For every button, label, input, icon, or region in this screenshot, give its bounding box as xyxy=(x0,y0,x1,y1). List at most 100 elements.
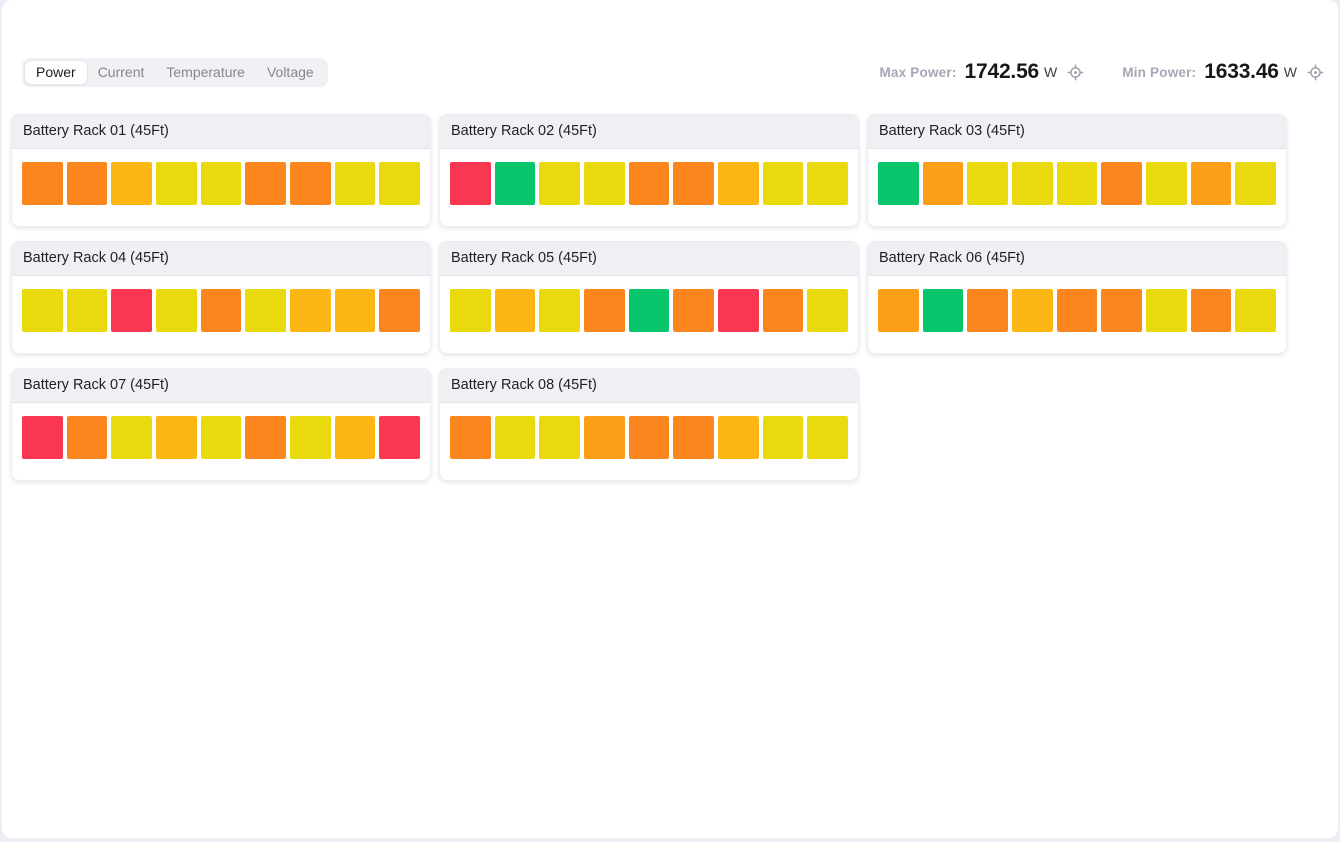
power-summary: Max Power: 1742.56 W Min Power: 1633 xyxy=(879,60,1324,84)
battery-cell[interactable] xyxy=(495,162,536,205)
battery-cell[interactable] xyxy=(290,162,331,205)
battery-cell[interactable] xyxy=(584,289,625,332)
max-power-label: Max Power: xyxy=(879,65,956,80)
battery-cell[interactable] xyxy=(718,289,759,332)
tab-power[interactable]: Power xyxy=(25,61,87,84)
max-power-unit: W xyxy=(1044,64,1057,80)
battery-cell[interactable] xyxy=(763,162,804,205)
battery-cell[interactable] xyxy=(673,162,714,205)
rack-cell-strip xyxy=(12,149,430,205)
battery-cell[interactable] xyxy=(1012,162,1053,205)
battery-cell[interactable] xyxy=(67,162,108,205)
tab-voltage[interactable]: Voltage xyxy=(256,61,325,84)
battery-cell[interactable] xyxy=(1146,289,1187,332)
battery-rack-card: Battery Rack 06 (45Ft) xyxy=(868,242,1286,353)
battery-cell[interactable] xyxy=(1057,289,1098,332)
rack-title: Battery Rack 02 (45Ft) xyxy=(440,115,858,149)
battery-cell[interactable] xyxy=(201,289,242,332)
toolbar: Power Current Temperature Voltage Max Po… xyxy=(22,57,1324,87)
rack-title: Battery Rack 03 (45Ft) xyxy=(868,115,1286,149)
rack-title: Battery Rack 05 (45Ft) xyxy=(440,242,858,276)
battery-cell[interactable] xyxy=(450,289,491,332)
min-power-metric: Min Power: 1633.46 W xyxy=(1122,60,1324,84)
battery-cell[interactable] xyxy=(718,416,759,459)
battery-cell[interactable] xyxy=(718,162,759,205)
rack-cell-strip xyxy=(440,149,858,205)
battery-cell[interactable] xyxy=(629,416,670,459)
battery-cell[interactable] xyxy=(673,416,714,459)
battery-cell[interactable] xyxy=(967,162,1008,205)
battery-cell[interactable] xyxy=(629,289,670,332)
battery-rack-card: Battery Rack 07 (45Ft) xyxy=(12,369,430,480)
tab-temperature[interactable]: Temperature xyxy=(155,61,256,84)
battery-cell[interactable] xyxy=(763,416,804,459)
battery-cell[interactable] xyxy=(245,416,286,459)
rack-cell-strip xyxy=(868,149,1286,205)
battery-cell[interactable] xyxy=(584,162,625,205)
battery-cell[interactable] xyxy=(111,416,152,459)
battery-cell[interactable] xyxy=(111,289,152,332)
battery-cell[interactable] xyxy=(495,416,536,459)
locate-icon[interactable] xyxy=(1307,64,1324,81)
battery-cell[interactable] xyxy=(22,162,63,205)
rack-title: Battery Rack 07 (45Ft) xyxy=(12,369,430,403)
battery-rack-card: Battery Rack 01 (45Ft) xyxy=(12,115,430,226)
battery-cell[interactable] xyxy=(495,289,536,332)
battery-rack-card: Battery Rack 04 (45Ft) xyxy=(12,242,430,353)
rack-cell-strip xyxy=(440,276,858,332)
rack-cell-strip xyxy=(440,403,858,459)
battery-cell[interactable] xyxy=(1057,162,1098,205)
battery-cell[interactable] xyxy=(335,162,376,205)
battery-cell[interactable] xyxy=(629,162,670,205)
battery-cell[interactable] xyxy=(450,162,491,205)
battery-cell[interactable] xyxy=(290,416,331,459)
battery-cell[interactable] xyxy=(1101,289,1142,332)
battery-cell[interactable] xyxy=(22,416,63,459)
battery-cell[interactable] xyxy=(923,162,964,205)
rack-title: Battery Rack 06 (45Ft) xyxy=(868,242,1286,276)
tab-current[interactable]: Current xyxy=(87,61,156,84)
battery-cell[interactable] xyxy=(450,416,491,459)
battery-rack-card: Battery Rack 02 (45Ft) xyxy=(440,115,858,226)
battery-cell[interactable] xyxy=(763,289,804,332)
max-power-value: 1742.56 xyxy=(965,60,1040,84)
battery-cell[interactable] xyxy=(245,289,286,332)
battery-cell[interactable] xyxy=(807,416,848,459)
battery-cell[interactable] xyxy=(1101,162,1142,205)
battery-cell[interactable] xyxy=(379,289,420,332)
battery-cell[interactable] xyxy=(1191,162,1232,205)
battery-cell[interactable] xyxy=(156,162,197,205)
battery-cell[interactable] xyxy=(539,162,580,205)
battery-cell[interactable] xyxy=(539,416,580,459)
battery-cell[interactable] xyxy=(379,416,420,459)
battery-cell[interactable] xyxy=(1146,162,1187,205)
battery-cell[interactable] xyxy=(111,162,152,205)
battery-cell[interactable] xyxy=(878,162,919,205)
locate-icon[interactable] xyxy=(1067,64,1084,81)
battery-cell[interactable] xyxy=(807,289,848,332)
battery-cell[interactable] xyxy=(878,289,919,332)
battery-cell[interactable] xyxy=(1012,289,1053,332)
battery-cell[interactable] xyxy=(807,162,848,205)
battery-cell[interactable] xyxy=(201,416,242,459)
battery-cell[interactable] xyxy=(335,416,376,459)
battery-cell[interactable] xyxy=(290,289,331,332)
battery-cell[interactable] xyxy=(67,289,108,332)
min-power-unit: W xyxy=(1284,64,1297,80)
battery-cell[interactable] xyxy=(923,289,964,332)
battery-cell[interactable] xyxy=(335,289,376,332)
battery-cell[interactable] xyxy=(1191,289,1232,332)
battery-cell[interactable] xyxy=(539,289,580,332)
battery-cell[interactable] xyxy=(1235,162,1276,205)
battery-cell[interactable] xyxy=(156,416,197,459)
battery-cell[interactable] xyxy=(245,162,286,205)
battery-cell[interactable] xyxy=(379,162,420,205)
battery-cell[interactable] xyxy=(156,289,197,332)
battery-cell[interactable] xyxy=(967,289,1008,332)
battery-cell[interactable] xyxy=(67,416,108,459)
battery-cell[interactable] xyxy=(673,289,714,332)
battery-cell[interactable] xyxy=(22,289,63,332)
battery-cell[interactable] xyxy=(201,162,242,205)
battery-cell[interactable] xyxy=(1235,289,1276,332)
battery-cell[interactable] xyxy=(584,416,625,459)
